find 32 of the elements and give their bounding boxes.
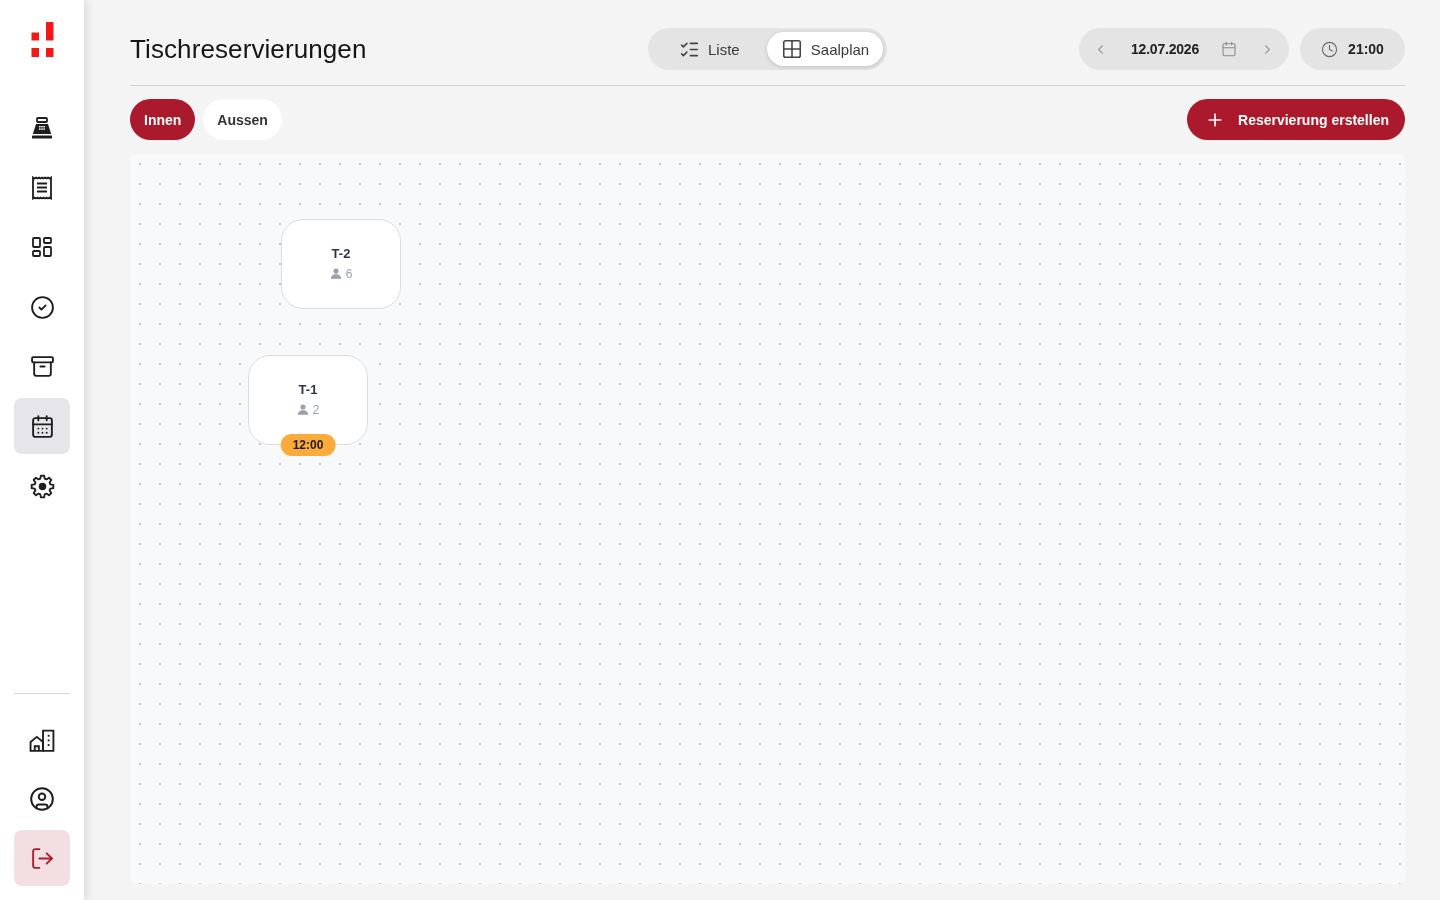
archive-box-icon bbox=[29, 354, 55, 380]
seat-count: 6 bbox=[345, 266, 353, 281]
sidebar-item[interactable] bbox=[14, 398, 70, 455]
logout-icon bbox=[29, 845, 55, 871]
calendar-icon bbox=[29, 413, 55, 439]
table-name: T-1 bbox=[298, 381, 318, 397]
view-tab[interactable]: Saalplan bbox=[766, 32, 884, 66]
person-icon bbox=[329, 268, 342, 279]
table-name: T-2 bbox=[331, 245, 351, 261]
reservation-time-badge: 12:00 bbox=[280, 434, 336, 456]
app-logo bbox=[30, 22, 54, 57]
logout-button[interactable] bbox=[14, 830, 70, 886]
receipt-icon bbox=[31, 175, 53, 200]
seat-count: 2 bbox=[312, 402, 320, 417]
person-icon bbox=[296, 404, 309, 415]
buildings-icon bbox=[28, 728, 56, 752]
table-card[interactable]: T-2 6 bbox=[281, 219, 401, 309]
cash-register-icon bbox=[30, 117, 54, 139]
check-circle-icon bbox=[29, 294, 55, 320]
create-reservation-button[interactable]: Reservierung erstellen bbox=[1187, 99, 1405, 140]
calendar-icon bbox=[1221, 41, 1238, 57]
page-title: Tischreservierungen bbox=[130, 33, 368, 65]
user-circle-icon bbox=[29, 786, 55, 812]
grid-icon bbox=[780, 38, 803, 60]
time-picker-button[interactable]: 21:00 bbox=[1300, 28, 1405, 70]
settings-icon bbox=[29, 473, 55, 499]
area-tab[interactable]: Innen bbox=[130, 99, 196, 140]
clock-icon bbox=[1321, 40, 1339, 58]
area-tab[interactable]: Aussen bbox=[203, 99, 282, 140]
date-picker-button[interactable]: 12.07.2026 bbox=[1128, 37, 1240, 61]
dashboard-icon bbox=[30, 235, 54, 260]
view-tab[interactable]: Liste bbox=[651, 32, 767, 66]
